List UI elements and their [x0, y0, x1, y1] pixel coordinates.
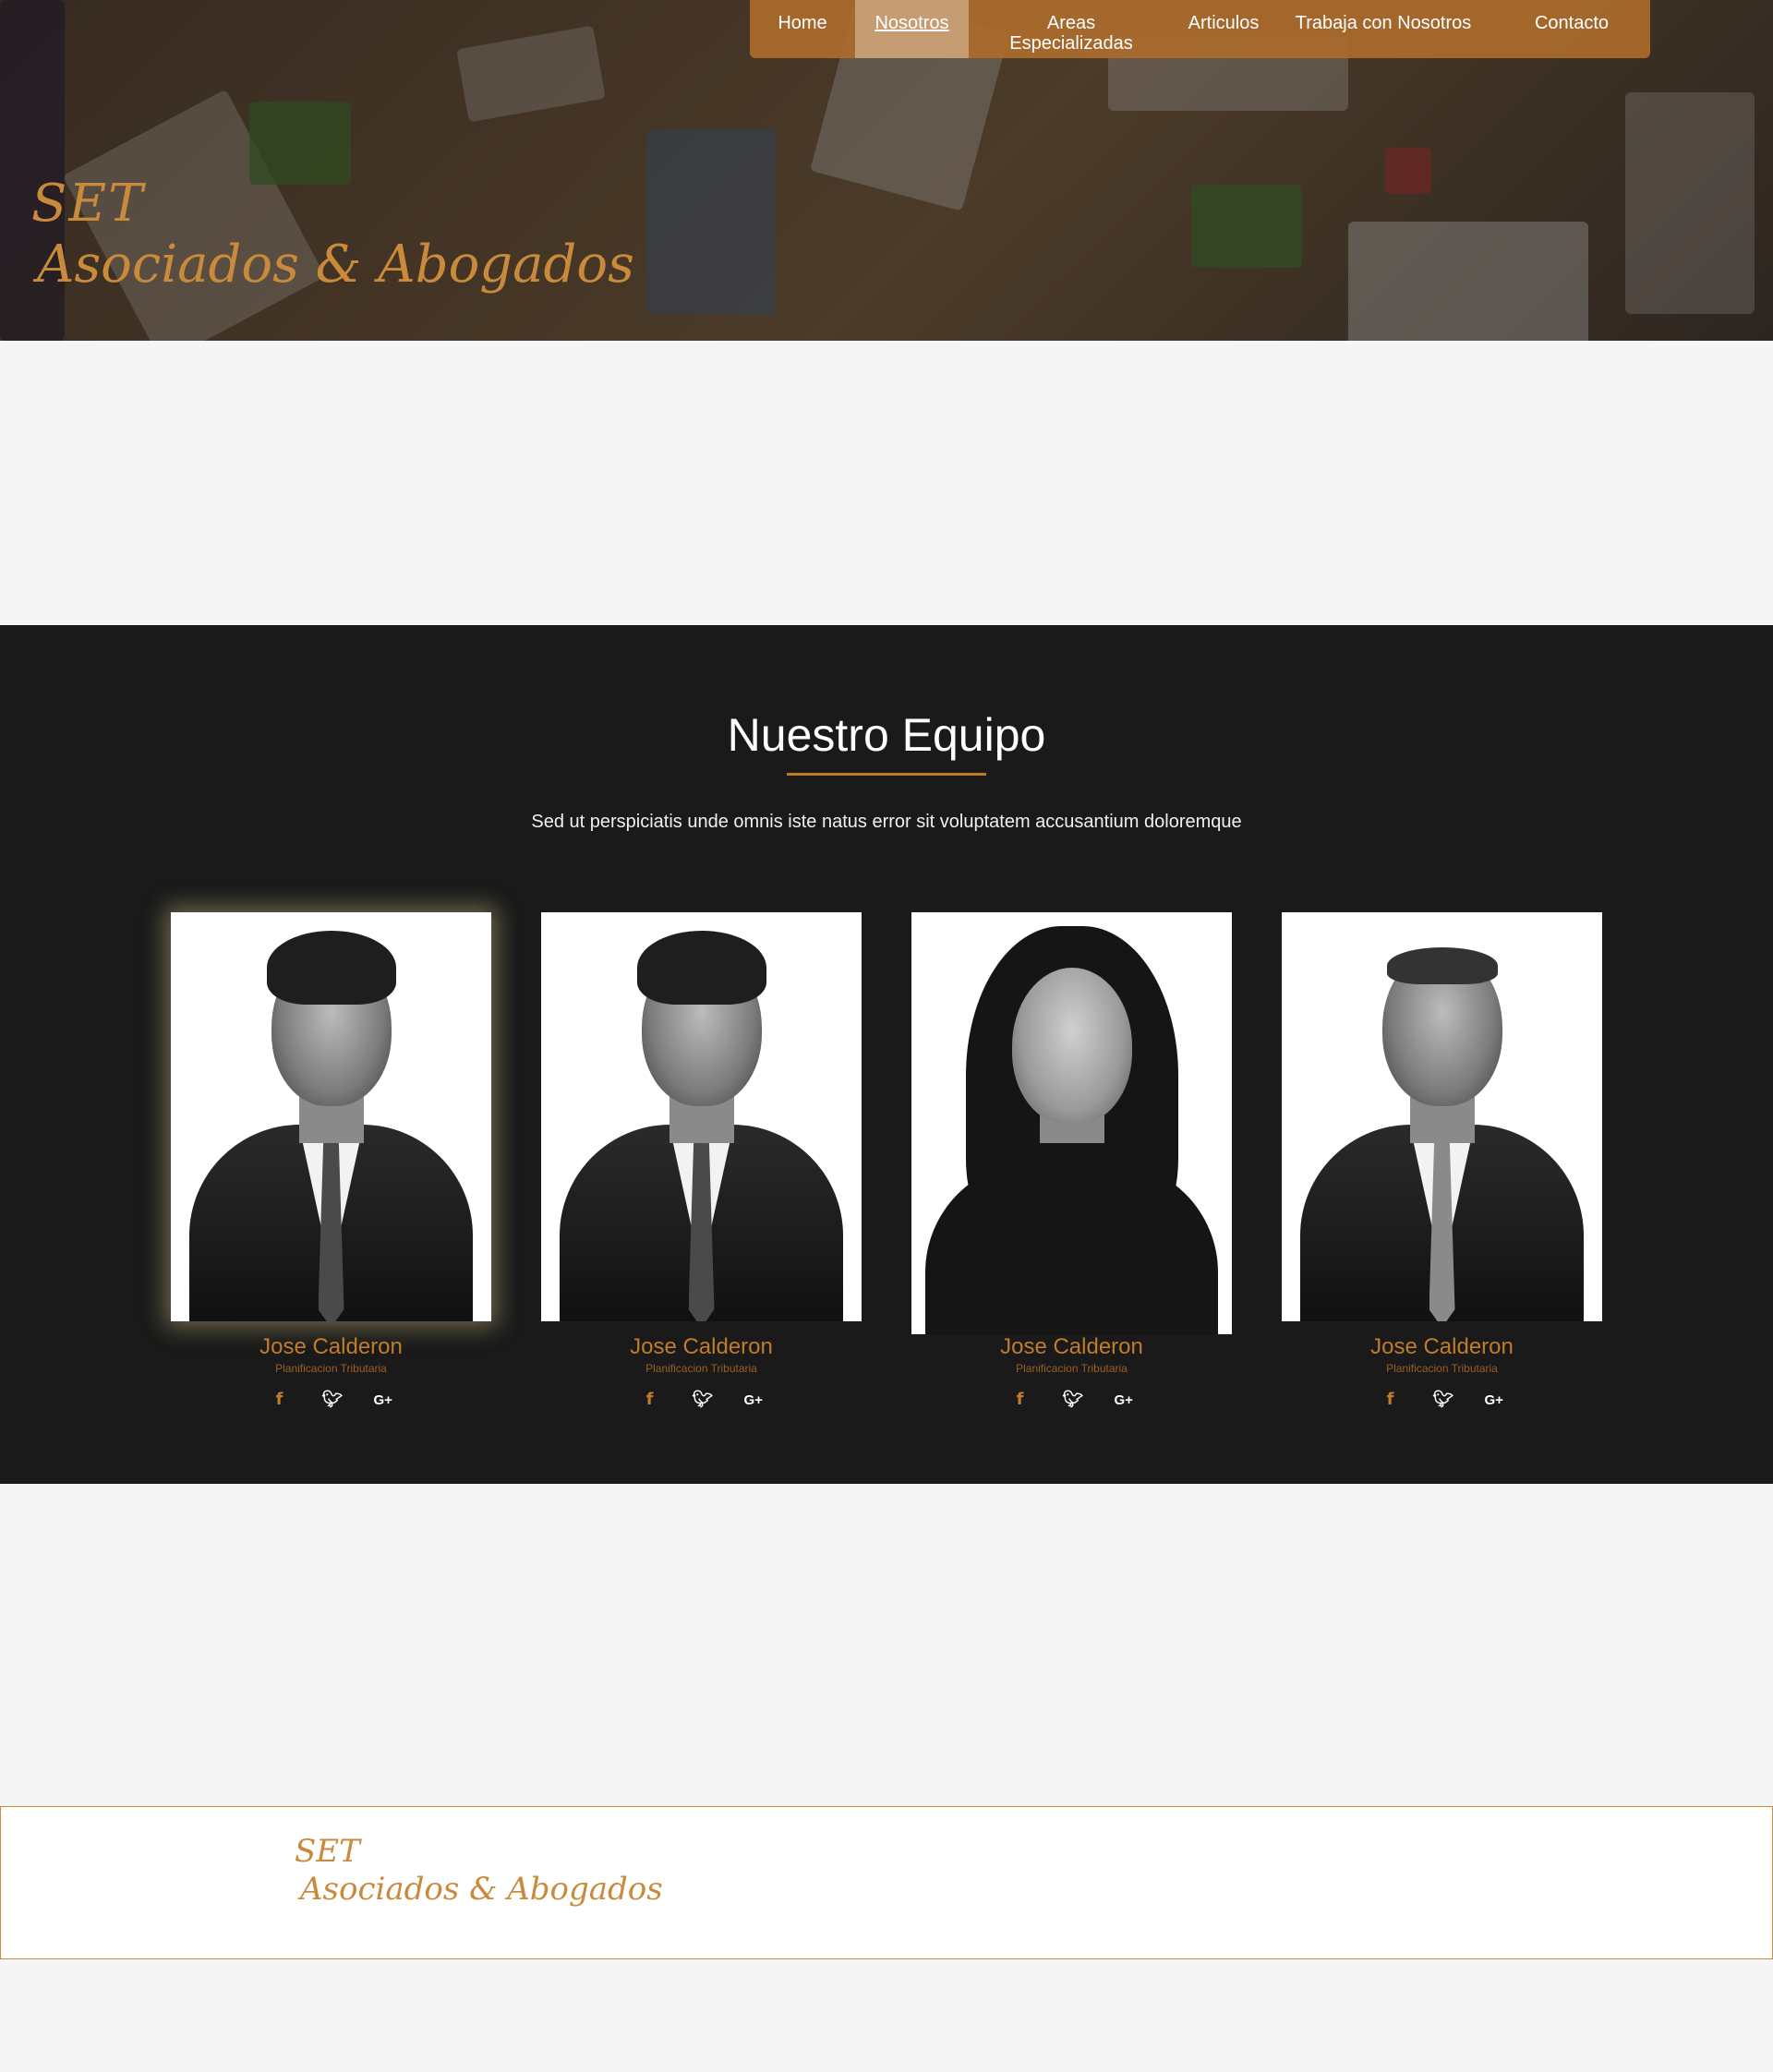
- twitter-icon[interactable]: 🐦︎: [693, 1390, 714, 1410]
- footer-logo-line2: Asociados & Abogados: [300, 1870, 663, 1908]
- nav-item-contacto[interactable]: Contacto: [1493, 0, 1650, 58]
- team-member-role: Planificacion Tributaria: [1016, 1362, 1128, 1375]
- footer-logo[interactable]: SET Asociados & Abogados: [295, 1833, 663, 1909]
- facebook-icon[interactable]: f: [1381, 1390, 1400, 1410]
- team-member-name: Jose Calderon: [1370, 1334, 1514, 1359]
- team-member-name: Jose Calderon: [630, 1334, 773, 1359]
- team-section: Nuestro Equipo Sed ut perspiciatis unde …: [0, 625, 1773, 1484]
- google-plus-icon[interactable]: G+: [744, 1390, 763, 1410]
- team-title: Nuestro Equipo: [727, 709, 1046, 761]
- team-member-card: Jose Calderon Planificacion Tributaria f…: [911, 912, 1232, 1410]
- brand-line2: Asociados & Abogados: [37, 234, 634, 295]
- facebook-icon[interactable]: f: [641, 1390, 659, 1410]
- team-lead: Sed ut perspiciatis unde omnis iste natu…: [531, 812, 1242, 832]
- social-links: f 🐦︎ G+: [911, 1390, 1232, 1410]
- facebook-icon[interactable]: f: [271, 1390, 289, 1410]
- title-underline: [787, 773, 986, 776]
- team-member-card: Jose Calderon Planificacion Tributaria f…: [1282, 912, 1602, 1410]
- team-member-photo[interactable]: [1282, 912, 1602, 1321]
- google-plus-icon[interactable]: G+: [1115, 1390, 1133, 1410]
- twitter-icon[interactable]: 🐦︎: [322, 1390, 344, 1410]
- portrait: [171, 912, 491, 1321]
- twitter-icon[interactable]: 🐦︎: [1063, 1390, 1084, 1410]
- social-links: f 🐦︎ G+: [1282, 1390, 1602, 1410]
- portrait: [1282, 912, 1602, 1321]
- team-member-photo[interactable]: [541, 912, 862, 1321]
- team-member-name: Jose Calderon: [259, 1334, 403, 1359]
- team-member-card: Jose Calderon Planificacion Tributaria f…: [171, 912, 491, 1410]
- social-links: f 🐦︎ G+: [541, 1390, 862, 1410]
- social-links: f 🐦︎ G+: [171, 1390, 491, 1410]
- team-member-role: Planificacion Tributaria: [1386, 1362, 1498, 1375]
- portrait: [541, 912, 862, 1321]
- nav-item-trabaja[interactable]: Trabaja con Nosotros: [1273, 0, 1493, 58]
- facebook-icon[interactable]: f: [1011, 1390, 1030, 1410]
- nav-item-areas[interactable]: Areas Especializadas: [969, 0, 1174, 58]
- team-member-photo[interactable]: [911, 912, 1232, 1334]
- portrait: [911, 912, 1232, 1334]
- twitter-icon[interactable]: 🐦︎: [1433, 1390, 1454, 1410]
- team-member-role: Planificacion Tributaria: [645, 1362, 757, 1375]
- brand-line1: SET: [31, 174, 145, 234]
- team-member-card: Jose Calderon Planificacion Tributaria f…: [541, 912, 862, 1410]
- main-nav: Home Nosotros Areas Especializadas Artic…: [750, 0, 1650, 58]
- nav-item-nosotros[interactable]: Nosotros: [855, 0, 969, 58]
- team-member-name: Jose Calderon: [1000, 1334, 1143, 1359]
- nav-item-articulos[interactable]: Articulos: [1174, 0, 1273, 58]
- footer-logo-line1: SET: [295, 1833, 360, 1870]
- google-plus-icon[interactable]: G+: [1485, 1390, 1503, 1410]
- team-member-role: Planificacion Tributaria: [275, 1362, 387, 1375]
- nav-item-areas-label: Areas Especializadas: [1009, 13, 1133, 54]
- nav-item-home[interactable]: Home: [750, 0, 855, 58]
- brand-logo[interactable]: SET Asociados & Abogados: [31, 175, 634, 293]
- footer: SET Asociados & Abogados: [0, 1806, 1773, 1959]
- google-plus-icon[interactable]: G+: [374, 1390, 392, 1410]
- hero-banner: SET Asociados & Abogados Home Nosotros A…: [0, 0, 1773, 341]
- team-member-photo[interactable]: [171, 912, 491, 1321]
